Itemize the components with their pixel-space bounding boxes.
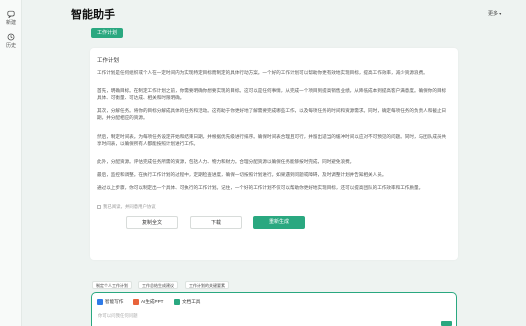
sidebar-item-history[interactable]: 历史: [0, 33, 22, 49]
sidebar-item-label: 历史: [5, 43, 16, 49]
agreement-label: 我已阅读，并同意用户协议: [103, 204, 156, 209]
agreement-checkbox[interactable]: 我已阅读，并同意用户协议: [97, 204, 156, 210]
tool-label: 文档工具: [182, 299, 201, 304]
page-title: 智能助手: [71, 9, 115, 21]
sidebar-item-label: 新建: [5, 20, 16, 26]
more-dropdown[interactable]: 更多 ▾: [488, 10, 502, 17]
answer-title: 工作计划: [97, 58, 120, 64]
tool-ai-ppt[interactable]: AI生成PPT: [133, 297, 163, 306]
answer-paragraph: 工作计划是任何组织或个人在一定时间内为实现特定目标而制定的具体行动方案。一个好的…: [97, 70, 428, 75]
writing-icon: [97, 298, 103, 305]
tool-chip-work-plan[interactable]: 工作计划: [91, 28, 123, 38]
checkbox-icon: [97, 204, 101, 209]
suggestion-chip[interactable]: 工作计划的关键要素: [185, 281, 229, 289]
suggestion-chip[interactable]: 工作总结生成建议: [138, 281, 178, 289]
chevron-down-icon: ▾: [499, 11, 502, 17]
answer-paragraph: 此外，分配资源。评估完成任务所需的资源，包括人力、物力和财力。合理分配资源以确保…: [97, 159, 355, 164]
new-chat-icon: [7, 10, 15, 18]
more-label: 更多: [488, 11, 499, 17]
tool-document[interactable]: 文档工具: [174, 297, 200, 306]
answer-paragraph: 通过以上步骤，你可以制定出一个具体、可执行的工作计划。记住，一个好的工作计划不仅…: [97, 185, 424, 190]
answer-paragraph: 其次，分解任务。将你的目标分解成具体的任务和活动。这有助于你更好地了解需要完成哪…: [97, 108, 447, 120]
answer-paragraph: 最后，监控和调整。在执行工作计划的过程中，定期检查进度，确保一切按照计划进行。如…: [97, 172, 387, 177]
chat-composer: 智能写作 AI生成PPT 文档工具 你可以问我任何问题: [91, 292, 457, 326]
answer-paragraph: 然后，制定时间表。为每项任务设定开始和结束日期，并根据优先级进行排序。确保时间表…: [97, 134, 447, 146]
chat-input[interactable]: 你可以问我任何问题: [98, 313, 138, 319]
sidebar: 新建 历史: [0, 0, 22, 326]
tool-label: 智能写作: [105, 299, 124, 304]
send-button[interactable]: [441, 321, 452, 326]
history-icon: [7, 33, 15, 41]
regenerate-button[interactable]: 重新生成: [253, 216, 305, 229]
copy-all-button[interactable]: 复制全文: [126, 216, 178, 229]
answer-card: 工作计划 工作计划是任何组织或个人在一定时间内为实现特定目标而制定的具体行动方案…: [90, 48, 458, 260]
sidebar-item-new[interactable]: 新建: [0, 10, 22, 26]
tool-label: AI生成PPT: [141, 299, 164, 304]
ppt-icon: [133, 298, 139, 305]
tool-smart-writing[interactable]: 智能写作: [97, 297, 123, 306]
document-tool-icon: [174, 298, 180, 305]
suggestion-chip[interactable]: 制定个人工作计划: [92, 281, 132, 289]
answer-paragraph: 首先，明确目标。在制定工作计划之前，你需要明确你想要实现的目标。这可以是任何事情…: [97, 88, 447, 100]
download-button[interactable]: 下载: [190, 216, 242, 229]
